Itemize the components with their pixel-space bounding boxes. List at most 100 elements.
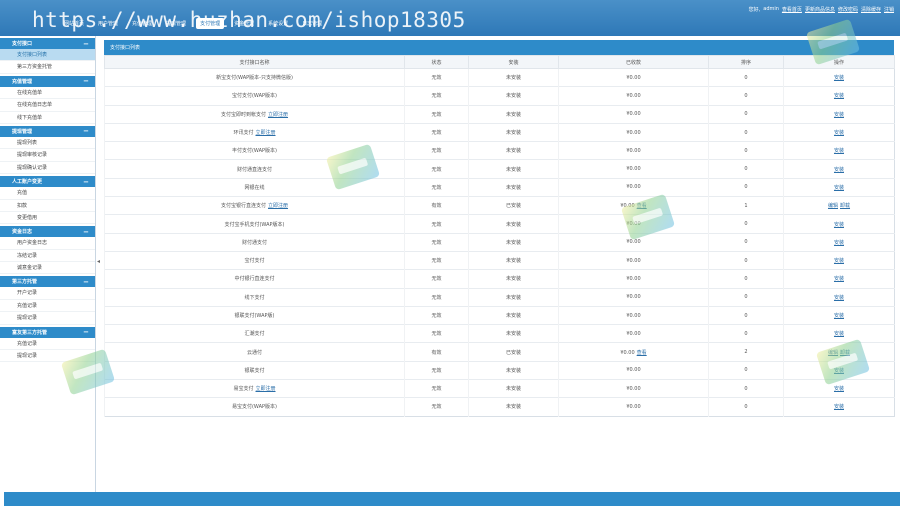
collapse-minus-icon[interactable]: −	[83, 328, 89, 336]
sidebar-group-header[interactable]: 资金日志 −	[0, 226, 95, 238]
cell-actions: 安装	[783, 250, 895, 270]
cell-amount: ¥0.00	[558, 324, 709, 343]
register-link[interactable]: 立即注册	[268, 203, 288, 209]
sidebar-group-header[interactable]: 提现管理 −	[0, 125, 95, 137]
interface-name: 宝付支付	[244, 258, 265, 265]
register-link[interactable]: 立即注册	[268, 112, 288, 118]
userbar-link[interactable]: 修改密码	[838, 6, 858, 13]
sidebar-item[interactable]: 变更借用	[0, 212, 95, 225]
cell-name: 宝付支付(WAP版本)	[104, 86, 405, 106]
install-link[interactable]: 安装	[834, 258, 844, 264]
install-link[interactable]: 安装	[834, 75, 844, 81]
amount-value: ¥0.00	[626, 166, 641, 173]
userbar-link[interactable]: 注销	[884, 6, 894, 13]
cell-amount: ¥0.00	[558, 287, 709, 307]
cell-name: 宝付支付	[104, 250, 405, 270]
cell-actions: 安装	[783, 269, 895, 289]
install-link[interactable]: 安装	[834, 222, 844, 228]
userbar-link[interactable]: 查看首页	[782, 6, 802, 13]
sidebar-item[interactable]: 提现确认记录	[0, 162, 95, 175]
amount-value: ¥0.00	[626, 312, 641, 319]
sidebar-group-header[interactable]: 支付接口 −	[0, 38, 95, 49]
topnav-item[interactable]: 支付管理	[196, 18, 225, 29]
cell-install: 未安装	[468, 287, 559, 307]
interface-name: 易宝支付(WAP版本)	[231, 404, 277, 411]
amount-value: ¥0.00	[626, 184, 641, 191]
sidebar-item[interactable]: 充值记录	[0, 338, 95, 351]
cell-status: 无效	[404, 159, 469, 179]
topnav-item[interactable]: 日志管理	[298, 18, 326, 29]
install-link[interactable]: 安装	[834, 404, 844, 410]
sidebar-item[interactable]: 在线充值日志单	[0, 99, 95, 112]
table-row: 支付宝银行直连支付立即注册有效已安装¥0.00查看1编辑卸载	[104, 196, 895, 215]
cell-name: 汇潮支付	[104, 324, 405, 343]
userbar-link[interactable]: 清除缓存	[861, 6, 881, 13]
sidebar-item[interactable]: 充值	[0, 187, 95, 200]
install-link[interactable]: 安装	[834, 112, 844, 118]
table-row: 线下支付 无效 未安装 ¥0.00 0 安装	[104, 287, 895, 307]
sidebar-group-header[interactable]: 富友第三方托管 −	[0, 326, 95, 338]
sidebar-item[interactable]: 冻结记录	[0, 250, 95, 263]
collapse-sidebar-icon[interactable]: ◂	[97, 258, 100, 265]
sidebar-group-header[interactable]: 第三方托管 −	[0, 276, 95, 288]
cell-actions: 安装	[783, 232, 895, 252]
sidebar-item[interactable]: 线下充值单	[0, 112, 95, 124]
install-link[interactable]: 安装	[834, 295, 844, 301]
topnav-item[interactable]: 提现管理	[162, 18, 190, 29]
sidebar-group-header[interactable]: 充值管理 −	[0, 75, 95, 87]
topnav-item[interactable]: 系统设置	[264, 18, 292, 29]
collapse-minus-icon[interactable]: −	[83, 40, 89, 48]
install-link[interactable]: 安装	[834, 130, 844, 136]
sidebar-item[interactable]: 扣款	[0, 200, 95, 212]
uninstall-link[interactable]: 卸载	[840, 203, 850, 209]
table-row: 宝付支付(WAP版本) 无效 未安装 ¥0.00 0 安装	[104, 86, 895, 106]
topnav-item[interactable]: 资金管理	[230, 18, 258, 29]
column-header: 已收款	[558, 55, 709, 69]
sidebar-group-header[interactable]: 人工账户变更 −	[0, 176, 95, 188]
userbar-link[interactable]: 更新商品信息	[805, 6, 835, 13]
register-link[interactable]: 立即注册	[256, 386, 276, 392]
install-link[interactable]: 安装	[834, 331, 844, 337]
amount-value: ¥0.00	[626, 111, 641, 118]
install-link[interactable]: 安装	[834, 313, 844, 319]
sidebar-item[interactable]: 诚意金记录	[0, 262, 95, 275]
install-link[interactable]: 安装	[834, 276, 844, 282]
topnav-item[interactable]: 用户管理	[94, 18, 122, 29]
sidebar-item[interactable]: 充值记录	[0, 300, 95, 313]
cell-amount: ¥0.00	[558, 305, 709, 325]
sidebar-item[interactable]: 在线充值单	[0, 87, 95, 100]
collapse-minus-icon[interactable]: −	[83, 77, 89, 85]
collapse-minus-icon[interactable]: −	[83, 278, 89, 286]
sidebar-item[interactable]: 支付接口列表	[0, 49, 95, 62]
install-link[interactable]: 安装	[834, 167, 844, 173]
install-link[interactable]: 安装	[834, 148, 844, 154]
greeting: 您好,	[748, 7, 761, 13]
interface-name: 银联支付(WAP版)	[234, 313, 275, 319]
interface-name: 支付宝手机支付(WAP版本)	[224, 221, 285, 228]
amount-value: ¥0.00	[626, 275, 641, 282]
cell-actions: 安装	[783, 159, 895, 179]
cell-status: 无效	[404, 104, 469, 124]
collapse-minus-icon[interactable]: −	[83, 127, 89, 135]
amount-value: ¥0.00	[626, 74, 641, 81]
install-link[interactable]: 安装	[834, 185, 844, 191]
sidebar-item[interactable]: 第三方资金托管	[0, 61, 95, 74]
cell-name: 线下支付	[104, 287, 405, 307]
install-link[interactable]: 安装	[834, 240, 844, 246]
edit-link[interactable]: 编辑	[828, 203, 838, 209]
install-link[interactable]: 安装	[834, 93, 844, 99]
collapse-minus-icon[interactable]: −	[83, 178, 89, 186]
collapse-minus-icon[interactable]: −	[83, 228, 89, 236]
install-link[interactable]: 安装	[834, 386, 844, 392]
sidebar-item[interactable]: 提现审核记录	[0, 149, 95, 162]
cell-amount: ¥0.00	[558, 104, 709, 124]
sidebar-item[interactable]: 提现列表	[0, 137, 95, 150]
view-link[interactable]: 查看	[637, 350, 647, 356]
cell-status: 无效	[404, 379, 469, 398]
sidebar-item[interactable]: 提现记录	[0, 312, 95, 325]
sidebar-item[interactable]: 用户资金日志	[0, 237, 95, 250]
register-link[interactable]: 立即注册	[256, 130, 276, 136]
topnav-item[interactable]: 网站首页	[60, 18, 88, 29]
topnav-item[interactable]: 充值管理	[128, 18, 156, 29]
sidebar-item[interactable]: 开户记录	[0, 287, 95, 300]
